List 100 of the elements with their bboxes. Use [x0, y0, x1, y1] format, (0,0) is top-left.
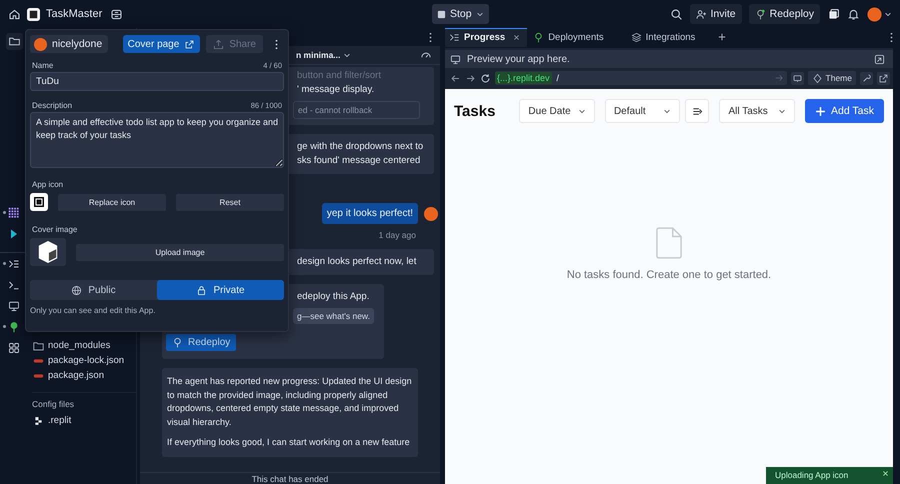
more-icon[interactable]: [890, 32, 893, 42]
preview-banner-text: Preview your app here.: [467, 54, 570, 64]
home-icon[interactable]: [8, 8, 21, 20]
user-message: yep it looks perfect!: [322, 203, 418, 224]
back-icon[interactable]: [450, 72, 461, 84]
layers-icon: [630, 32, 642, 43]
deploy-icon: [533, 32, 544, 43]
panel-tab[interactable]: Deployments: [529, 28, 611, 46]
progress-icon: [449, 32, 460, 43]
stop-icon: [437, 10, 446, 18]
deploy-icon: [172, 337, 183, 348]
app-logo-icon: [27, 8, 40, 20]
name-field[interactable]: TuDu: [30, 72, 284, 91]
search-icon[interactable]: [670, 8, 683, 20]
file-tree-item[interactable]: package.json: [48, 370, 104, 381]
avatar-icon[interactable]: [867, 6, 882, 22]
window-icon[interactable]: [827, 8, 840, 20]
timestamp: 1 day ago: [378, 230, 416, 240]
file-tree-item[interactable]: node_modules: [48, 340, 110, 351]
layout-icon[interactable]: [110, 8, 124, 20]
sort-direction-button[interactable]: [685, 99, 710, 123]
external-link-icon[interactable]: [877, 72, 890, 84]
reload-icon[interactable]: [480, 72, 491, 84]
add-task-button[interactable]: Add Task: [805, 99, 884, 123]
indicator-dot: [3, 262, 6, 265]
add-tab-icon[interactable]: [718, 33, 726, 41]
external-link-icon: [184, 38, 196, 50]
visibility-option[interactable]: Public: [30, 280, 157, 300]
page-title: Tasks: [454, 102, 496, 120]
file-tree-item[interactable]: .replit: [48, 415, 72, 426]
panel-tab[interactable]: Integrations: [626, 28, 702, 46]
theme-button[interactable]: Theme: [808, 71, 856, 85]
upload-image-button[interactable]: Upload image: [76, 244, 284, 260]
sort-dropdown[interactable]: Default: [604, 99, 680, 123]
deploy-icon: [754, 8, 766, 20]
caret-icon[interactable]: [884, 10, 892, 18]
redeploy-button[interactable]: Redeploy: [748, 4, 820, 24]
cube-icon: [37, 240, 59, 264]
caret-icon: [578, 107, 586, 115]
toast-text: Uploading App icon: [775, 470, 848, 480]
description-field[interactable]: A simple and effective todo list app to keep you organize and keep track of your tasks: [30, 112, 284, 168]
message-text: If everything looks good, I can start working on a new feature: [167, 436, 411, 449]
folder-icon[interactable]: [6, 33, 22, 50]
message-text: button and filter/sort: [297, 69, 382, 83]
monitor-icon[interactable]: [8, 300, 20, 312]
stop-button[interactable]: Stop: [432, 4, 489, 24]
url-field[interactable]: {...}.replit.dev /: [495, 71, 787, 85]
icon-action-button[interactable]: Reset: [176, 194, 284, 210]
owner-chip[interactable]: nicelydone: [30, 35, 108, 53]
sort-icon: [692, 106, 703, 116]
field-label: Name: [32, 61, 54, 70]
progress-icon[interactable]: [8, 258, 20, 270]
indicator-dot: [3, 211, 6, 214]
caret-icon[interactable]: [476, 10, 484, 18]
cover-page-button[interactable]: Cover page: [122, 35, 200, 53]
message-text: design looks perfect now, let: [297, 255, 418, 269]
forward-icon[interactable]: [465, 72, 476, 84]
bell-icon[interactable]: [847, 8, 860, 20]
invite-button[interactable]: Invite: [690, 4, 742, 24]
wrench-icon[interactable]: [860, 72, 873, 84]
more-icon[interactable]: [429, 32, 432, 42]
redeploy-button[interactable]: Redeploy: [166, 334, 236, 351]
field-label: App icon: [32, 180, 64, 189]
close-icon[interactable]: [882, 470, 889, 477]
message-text: ge with the dropdowns next to: [297, 140, 424, 154]
terminal-icon[interactable]: [8, 278, 20, 290]
message-text: edeploy this App.: [297, 290, 370, 304]
folder-icon: [33, 340, 44, 350]
more-icon[interactable]: [275, 38, 278, 50]
empty-state-message: No tasks found. Create one to get started.: [566, 269, 772, 281]
close-icon[interactable]: [513, 34, 520, 41]
collapse-icon[interactable]: [874, 54, 885, 64]
avatar-icon: [424, 206, 438, 220]
field-label: Description: [32, 101, 72, 110]
file-tree-item[interactable]: package-lock.json: [48, 355, 124, 366]
deploy-icon[interactable]: [8, 320, 20, 332]
caret-icon[interactable]: [343, 51, 352, 59]
dotted-grid-icon[interactable]: [8, 206, 20, 218]
section-heading: Config files: [32, 392, 136, 409]
plus-icon: [815, 106, 826, 116]
status-dropdown[interactable]: All Tasks: [719, 99, 796, 123]
caret-icon: [778, 107, 786, 115]
indicator-dot: [3, 325, 6, 328]
changelog-link[interactable]: g—see what's new.: [293, 308, 374, 324]
sort-dropdown[interactable]: Due Date: [519, 99, 595, 123]
icon-action-button[interactable]: Replace icon: [58, 194, 166, 210]
visibility-note: Only you can see and edit this App.: [30, 306, 156, 315]
message-text: sks found' message centered: [297, 154, 422, 168]
devices-icon[interactable]: [790, 72, 804, 84]
apps-grid-icon[interactable]: [8, 342, 20, 354]
panel-tab[interactable]: Progress: [445, 28, 528, 46]
diamond-icon: [812, 72, 823, 84]
thread-title[interactable]: n minima...: [296, 50, 340, 60]
caret-icon: [663, 107, 672, 115]
rollback-notice: ed - cannot rollback: [293, 101, 420, 119]
globe-icon: [71, 284, 82, 296]
add-person-icon: [696, 8, 707, 20]
upload-icon: [213, 38, 224, 50]
visibility-option[interactable]: Private: [157, 280, 284, 300]
app-name[interactable]: TaskMaster: [46, 8, 102, 20]
